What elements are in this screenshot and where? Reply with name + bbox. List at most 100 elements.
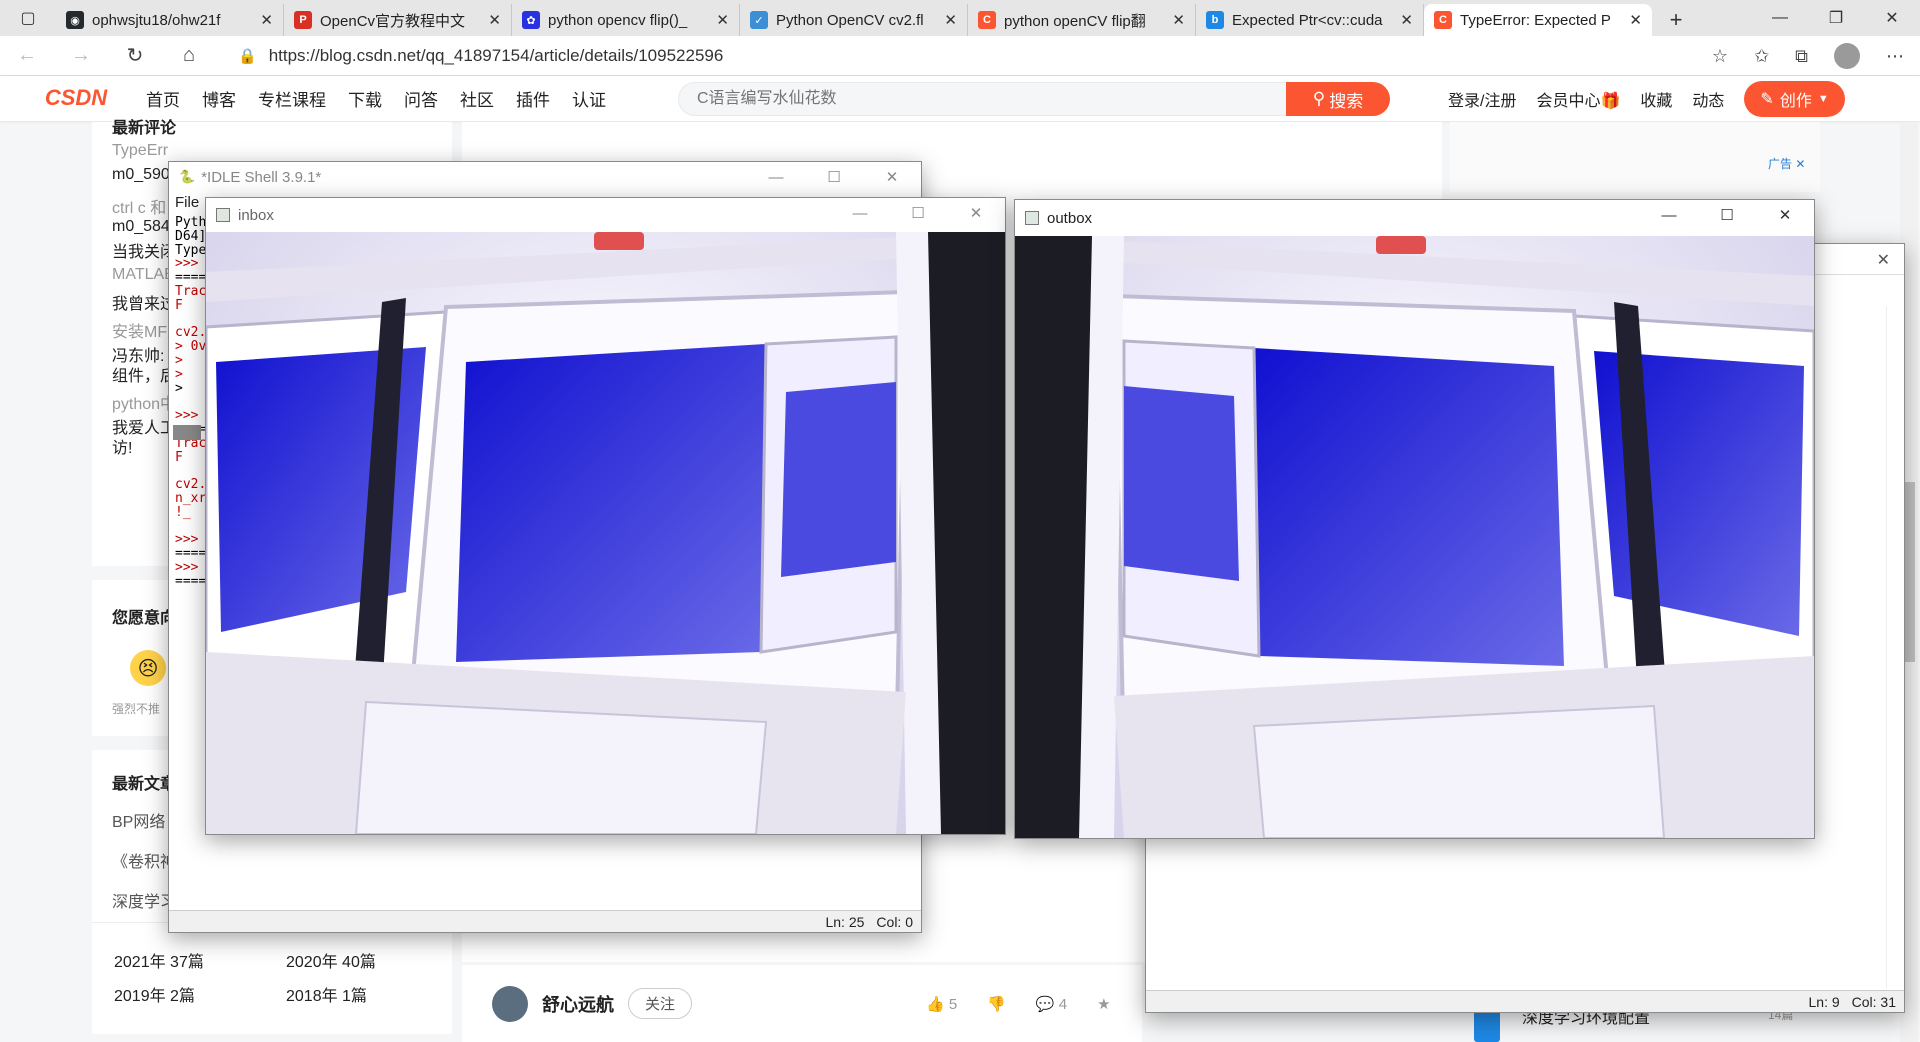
comment-button[interactable]: 💬 4 bbox=[1036, 995, 1067, 1013]
profile-avatar[interactable] bbox=[1834, 43, 1860, 69]
new-tab-button[interactable]: + bbox=[1652, 4, 1700, 36]
latest-title: 最新文章 bbox=[112, 776, 177, 793]
tab-close-icon[interactable]: ✕ bbox=[488, 11, 501, 29]
forward-button[interactable]: → bbox=[54, 36, 108, 76]
tab-close-icon[interactable]: ✕ bbox=[716, 11, 729, 29]
opencv-window-icon bbox=[216, 208, 230, 222]
comment-line[interactable]: 访! bbox=[112, 434, 132, 458]
tab-close-icon[interactable]: ✕ bbox=[260, 11, 273, 29]
angry-face-icon[interactable]: 😣 bbox=[130, 650, 166, 686]
archive-item[interactable]: 2018年 1篇 bbox=[286, 982, 367, 1006]
url-field[interactable]: 🔒 https://blog.csdn.net/qq_41897154/arti… bbox=[238, 40, 1668, 72]
search-button[interactable]: ⚲ 搜索 bbox=[1286, 82, 1390, 116]
more-menu-icon[interactable]: ⋯ bbox=[1886, 46, 1904, 67]
nav-link[interactable]: 问答 bbox=[404, 86, 438, 111]
comment-line[interactable]: m0_584 bbox=[112, 218, 170, 236]
close-icon[interactable]: ✕ bbox=[947, 198, 1005, 228]
refresh-button[interactable]: ↻ bbox=[108, 36, 162, 76]
collections-icon[interactable]: ⧉ bbox=[1795, 46, 1808, 67]
nav-link[interactable]: 专栏课程 bbox=[258, 86, 326, 111]
like-button[interactable]: 👍 5 bbox=[926, 995, 957, 1013]
minimize-icon[interactable]: — bbox=[747, 162, 805, 192]
comment-line[interactable]: python中 bbox=[112, 390, 176, 414]
browser-tab[interactable]: ◉ ophwsjtu18/ohw21f ✕ bbox=[56, 4, 284, 36]
close-icon[interactable]: ✕ bbox=[1756, 200, 1814, 230]
browser-tab[interactable]: b Expected Ptr<cv::cuda ✕ bbox=[1196, 4, 1424, 36]
minimize-icon[interactable]: — bbox=[1640, 200, 1698, 230]
nav-link[interactable]: 认证 bbox=[572, 86, 606, 111]
comment-line[interactable]: ctrl c 和 bbox=[112, 194, 166, 218]
nav-link[interactable]: 社区 bbox=[460, 86, 494, 111]
comment-line[interactable]: 我曾来过 bbox=[112, 290, 176, 314]
menu-file[interactable]: File bbox=[175, 194, 199, 211]
collect-link[interactable]: 收藏 bbox=[1640, 87, 1672, 111]
editor-scrollbar[interactable] bbox=[1886, 306, 1904, 988]
back-button[interactable]: ← bbox=[0, 36, 54, 76]
minimize-icon[interactable]: — bbox=[831, 198, 889, 228]
bing-icon: b bbox=[1206, 11, 1224, 29]
check-icon: ✓ bbox=[750, 11, 768, 29]
tab-close-icon[interactable]: ✕ bbox=[944, 11, 957, 29]
comment-line[interactable]: MATLAB bbox=[112, 266, 175, 284]
tab-close-icon[interactable]: ✕ bbox=[1172, 11, 1185, 29]
browser-tab[interactable]: P OpenCv官方教程中文 ✕ bbox=[284, 4, 512, 36]
browser-tab[interactable]: ✓ Python OpenCV cv2.fl ✕ bbox=[740, 4, 968, 36]
browser-tab[interactable]: ✿ python opencv flip()_ ✕ bbox=[512, 4, 740, 36]
close-icon[interactable]: ✕ bbox=[863, 162, 921, 192]
latest-item[interactable]: BP网络 bbox=[112, 808, 165, 832]
nav-link[interactable]: 插件 bbox=[516, 86, 550, 111]
outbox-window[interactable]: outbox — ☐ ✕ bbox=[1014, 199, 1815, 839]
dislike-icon[interactable]: 👎 bbox=[987, 995, 1006, 1013]
right-ad[interactable] bbox=[1450, 122, 1820, 192]
pen-icon: ✎ bbox=[1760, 90, 1774, 108]
author-name[interactable]: 舒心远航 bbox=[542, 991, 614, 1017]
favorites-icon[interactable]: ✩ bbox=[1754, 46, 1769, 67]
create-button[interactable]: ✎ 创作 ▼ bbox=[1744, 80, 1845, 117]
browser-tab[interactable]: Cpython openCV flip翻 ✕ bbox=[968, 4, 1196, 36]
shell-line: >>> bbox=[175, 532, 199, 548]
recent-comments-title: 最新评论 bbox=[112, 120, 177, 137]
author-avatar[interactable] bbox=[492, 985, 528, 1022]
minimize-icon[interactable]: — bbox=[1752, 0, 1808, 36]
comment-line[interactable]: 当我关闭 bbox=[112, 238, 176, 262]
inbox-window[interactable]: inbox — ☐ ✕ bbox=[205, 197, 1006, 835]
archive-item[interactable]: 2019年 2篇 bbox=[114, 982, 195, 1006]
close-icon[interactable]: ✕ bbox=[1864, 0, 1920, 36]
url-text[interactable]: https://blog.csdn.net/qq_41897154/articl… bbox=[269, 46, 724, 66]
latest-item[interactable]: 深度学习 bbox=[112, 888, 176, 912]
home-button[interactable]: ⌂ bbox=[162, 36, 216, 76]
comment-line[interactable]: 安装MF bbox=[112, 318, 167, 342]
inbox-title: inbox bbox=[238, 206, 274, 224]
maximize-icon[interactable]: ☐ bbox=[1698, 200, 1756, 230]
comment-line[interactable]: 组件，后 bbox=[112, 362, 176, 386]
star-icon[interactable]: ★ bbox=[1097, 995, 1110, 1013]
tab-close-icon[interactable]: ✕ bbox=[1400, 11, 1413, 29]
nav-link[interactable]: 首页 bbox=[146, 86, 180, 111]
search-input[interactable] bbox=[678, 82, 1286, 116]
restore-icon[interactable]: ❐ bbox=[1808, 0, 1864, 36]
latest-item[interactable]: 《卷积神 bbox=[112, 848, 176, 872]
vip-center-link[interactable]: 会员中心🎁 bbox=[1536, 87, 1620, 111]
nav-link[interactable]: 下载 bbox=[348, 86, 382, 111]
shell-line: Pyth bbox=[175, 215, 207, 230]
browser-tab[interactable]: C TypeError: Expected P ✕ bbox=[1424, 4, 1652, 36]
tab-actions-icon[interactable]: ▢ bbox=[0, 0, 56, 36]
follow-button[interactable]: 关注 bbox=[628, 988, 693, 1019]
shell-line: cv2. bbox=[175, 325, 207, 341]
comment-line[interactable]: TypeErr bbox=[112, 142, 168, 160]
archive-item[interactable]: 2021年 37篇 bbox=[114, 948, 204, 972]
nav-link[interactable]: 博客 bbox=[202, 86, 236, 111]
archive-item[interactable]: 2020年 40篇 bbox=[286, 948, 376, 972]
shell-line: Type bbox=[175, 242, 207, 258]
close-icon[interactable]: ✕ bbox=[1877, 250, 1890, 270]
tab-close-icon[interactable]: ✕ bbox=[1629, 11, 1642, 29]
inbox-camera-frame bbox=[206, 232, 1005, 834]
csdn-logo[interactable]: CSDN bbox=[30, 82, 122, 114]
add-favorite-icon[interactable]: ☆ bbox=[1712, 46, 1728, 67]
maximize-icon[interactable]: ☐ bbox=[805, 162, 863, 192]
dynamic-link[interactable]: 动态 bbox=[1692, 87, 1724, 111]
close-ad-icon[interactable]: ✕ bbox=[1795, 157, 1805, 171]
login-link[interactable]: 登录/注册 bbox=[1448, 87, 1516, 111]
comment-line[interactable]: m0_590 bbox=[112, 166, 170, 184]
maximize-icon[interactable]: ☐ bbox=[889, 198, 947, 228]
